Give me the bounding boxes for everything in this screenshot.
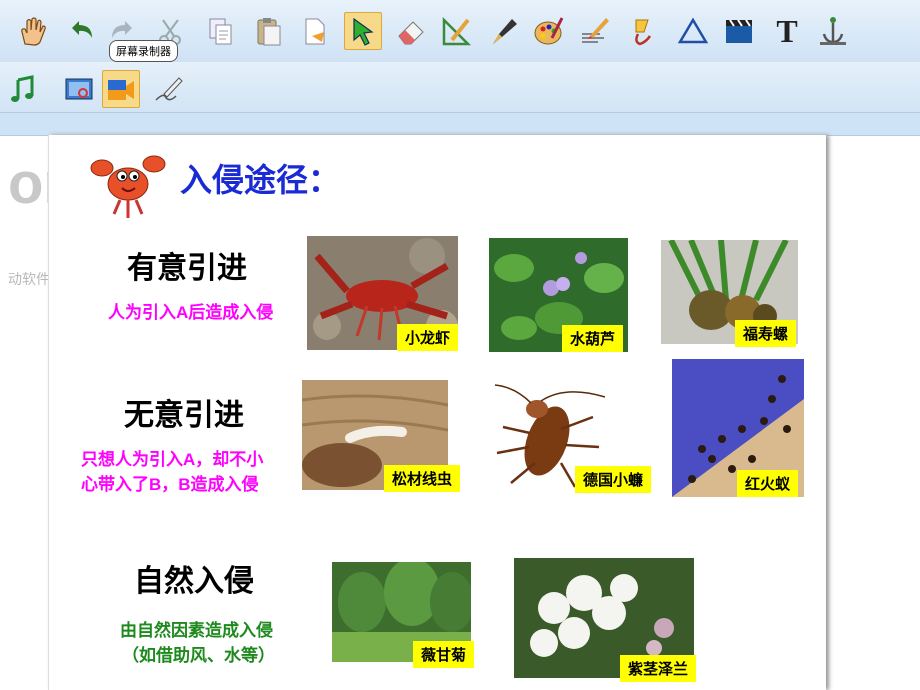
image-label: 德国小蠊 <box>575 466 652 493</box>
image-label: 紫茎泽兰 <box>620 655 697 682</box>
section-desc-unintentional-line1: 只想人为引入A，却不小 <box>81 450 264 469</box>
image-label: 小龙虾 <box>397 324 459 351</box>
hand-icon[interactable] <box>14 12 52 50</box>
crayfish-mascot-icon <box>88 146 166 222</box>
image-label: 松材线虫 <box>384 465 461 492</box>
secondary-toolbar <box>0 62 920 112</box>
fountain-pen-icon[interactable] <box>486 12 524 50</box>
clapper-icon[interactable] <box>720 12 758 50</box>
anchor-icon[interactable] <box>814 12 852 50</box>
section-heading-natural: 自然入侵 <box>134 565 254 598</box>
text-icon[interactable]: T <box>768 12 806 50</box>
ruler-pen-icon[interactable] <box>438 12 476 50</box>
palette-icon[interactable] <box>530 12 568 50</box>
image-label: 红火蚁 <box>737 470 799 497</box>
section-heading-unintentional: 无意引进 <box>124 399 244 432</box>
section-heading-intentional: 有意引进 <box>127 252 247 285</box>
image-label: 福寿螺 <box>735 320 797 347</box>
slide-title: 入侵途径： <box>180 162 341 198</box>
music-icon[interactable] <box>4 70 42 108</box>
pour-icon[interactable] <box>624 12 662 50</box>
brush-icon[interactable] <box>576 12 614 50</box>
copy-icon[interactable] <box>202 12 240 50</box>
undo-icon[interactable] <box>62 12 100 50</box>
paste-special-icon[interactable] <box>296 12 334 50</box>
screenshot-icon[interactable] <box>60 70 98 108</box>
triangle-icon[interactable] <box>674 12 712 50</box>
paste-icon[interactable] <box>250 12 288 50</box>
text-tool-label: T <box>776 12 798 49</box>
section-desc-natural-line2: （如借助风、水等） <box>122 646 275 665</box>
screen-recorder-tooltip: 屏幕录制器 <box>109 40 178 62</box>
screen-recorder-icon[interactable] <box>102 70 140 108</box>
section-desc-natural-line1: 由自然因素造成入侵 <box>120 621 273 640</box>
section-desc-intentional: 人为引入A后造成入侵 <box>108 303 274 322</box>
image-label: 薇甘菊 <box>413 641 475 668</box>
eraser-icon[interactable] <box>392 12 430 50</box>
image-label: 水葫芦 <box>562 325 624 352</box>
section-desc-unintentional-line2: 心带入了B，B造成入侵 <box>81 475 259 494</box>
signature-pen-icon[interactable] <box>150 70 188 108</box>
select-arrow-icon[interactable] <box>344 12 382 50</box>
toolbar-divider-strip <box>0 112 920 136</box>
